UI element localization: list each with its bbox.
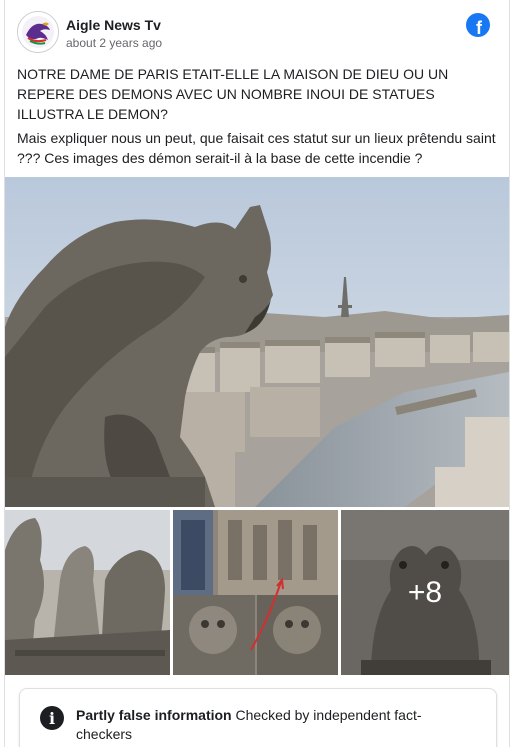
post-photo-thumb-2[interactable] [173, 510, 338, 675]
more-photos-count[interactable]: +8 [341, 510, 509, 675]
eagle-logo-icon [18, 12, 58, 52]
info-icon: i [40, 706, 64, 730]
page-name[interactable]: Aigle News Tv [66, 17, 161, 33]
cathedral-sculptures-photo [173, 510, 338, 675]
fact-check-text: Partly false information Checked by inde… [76, 706, 476, 744]
fact-check-banner[interactable]: i Partly false information Checked by in… [19, 688, 497, 747]
post-text-body: Mais expliquer nous un peut, que faisait… [17, 130, 496, 166]
post-header: Aigle News Tv about 2 years ago f [5, 0, 509, 58]
post-timestamp[interactable]: about 2 years ago [66, 36, 162, 50]
page-avatar[interactable] [17, 11, 59, 53]
post-photo-thumb-1[interactable] [5, 510, 170, 675]
gargoyle-paris-photo [5, 177, 509, 507]
facebook-icon[interactable]: f [466, 13, 490, 37]
post-card: Aigle News Tv about 2 years ago f NOTRE … [4, 0, 510, 747]
post-photo-main[interactable] [5, 177, 509, 507]
post-photo-thumb-more[interactable]: +8 [341, 510, 509, 675]
post-text-headline: NOTRE DAME DE PARIS ETAIT-ELLE LA MAISON… [17, 66, 449, 122]
gargoyles-photo [5, 510, 170, 675]
fact-check-title: Partly false information [76, 707, 232, 723]
